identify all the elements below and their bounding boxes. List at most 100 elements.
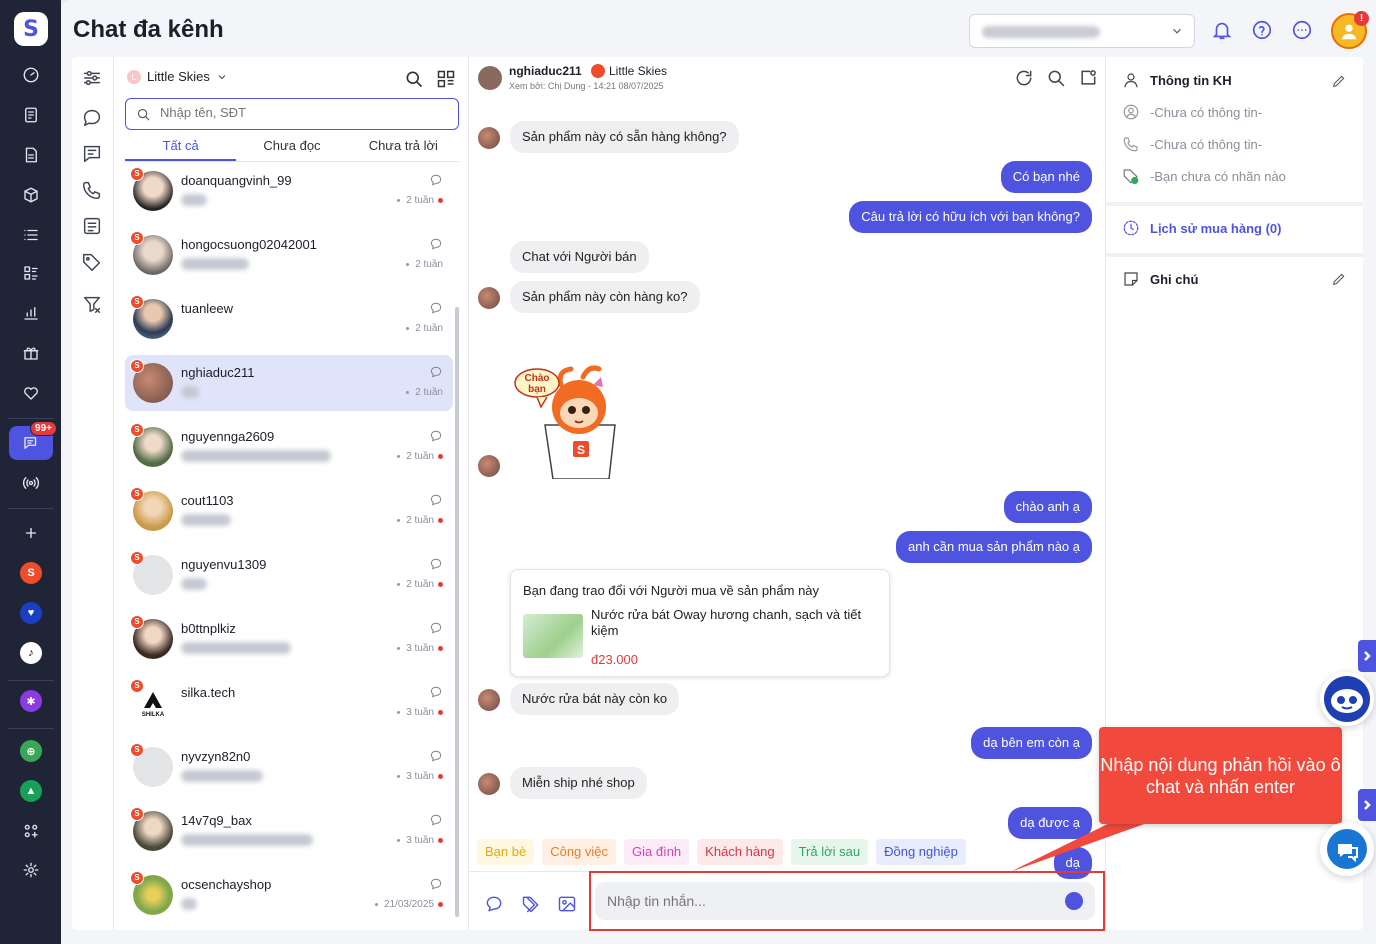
conversation-item[interactable]: S b0ttnplkiz 3 tuần	[125, 611, 453, 667]
unread-dot	[438, 518, 443, 523]
image-icon[interactable]	[557, 894, 579, 916]
conversation-item[interactable]: S tuanleew 2 tuần	[125, 291, 453, 347]
tags-filter-icon[interactable]	[81, 251, 105, 275]
chevron-down-icon	[1173, 28, 1181, 34]
purchase-history-label: Lịch sử mua hàng (0)	[1150, 220, 1282, 236]
bell-icon[interactable]	[1211, 19, 1233, 41]
expand-panel-button[interactable]	[1358, 640, 1376, 672]
conversation-item[interactable]: S nguyennga2609 2 tuần	[125, 419, 453, 475]
sticker-text-line2: bạn	[528, 384, 546, 395]
integration-app-icon[interactable]: ✱	[20, 690, 42, 712]
reports-icon[interactable]	[9, 296, 53, 330]
chat-bubble-icon	[430, 622, 442, 634]
more-icon[interactable]	[1291, 19, 1313, 41]
conversation-item[interactable]: S SHILKA silka.tech 3 tuần	[125, 675, 453, 731]
chat-icon[interactable]: 99+	[9, 421, 57, 460]
app-logo[interactable]: S	[14, 12, 48, 46]
svg-text:SHILKA: SHILKA	[142, 712, 165, 718]
label-chip[interactable]: Gia đình	[624, 839, 690, 865]
emoji-icon[interactable]	[1065, 892, 1083, 910]
clear-filter-icon[interactable]	[81, 293, 105, 317]
search-field[interactable]	[125, 98, 459, 130]
shop-selector[interactable]	[969, 14, 1195, 48]
conversation-item[interactable]: S nguyenvu1309 2 tuần	[125, 547, 453, 603]
customer-info-title: Thông tin KH	[1150, 72, 1232, 88]
tiktok-app-icon[interactable]: ♪	[20, 642, 42, 664]
support-chat-button[interactable]	[1320, 822, 1374, 876]
customer-tag-row[interactable]: -Bạn chưa có nhãn nào	[1122, 167, 1286, 185]
customer-name-value: -Chưa có thông tin-	[1150, 104, 1263, 120]
edit-icon[interactable]	[1331, 73, 1347, 89]
tab-all[interactable]: Tất cả	[125, 137, 237, 161]
label-chip[interactable]: Trả lời sau	[790, 839, 869, 865]
product-card[interactable]: Bạn đang trao đổi với Người mua về sản p…	[510, 569, 890, 677]
quick-reply-icon[interactable]	[484, 894, 506, 916]
conversation-time: 3 tuần	[406, 771, 434, 782]
list-icon[interactable]	[9, 218, 53, 252]
conversation-item[interactable]: S ocsenchayshop 21/03/2025	[125, 867, 453, 923]
search-icon[interactable]	[404, 69, 424, 89]
label-chip[interactable]: Đồng nghiệp	[876, 839, 966, 865]
conversation-name: 14v7q9_bax	[181, 813, 252, 828]
conversation-item[interactable]: S hongocsuong02042001 2 tuần	[125, 227, 453, 283]
conversation-item[interactable]: S doanquangvinh_99 2 tuần	[125, 163, 453, 219]
broadcast-icon[interactable]	[9, 466, 53, 500]
label-chip[interactable]: Khách hàng	[697, 839, 783, 865]
shop-switcher[interactable]: L Little Skies	[127, 69, 228, 84]
conversation-time-group: 2 tuần	[406, 323, 443, 334]
message-input-box[interactable]	[595, 882, 1095, 920]
tab-unanswered[interactable]: Chưa trả lời	[348, 137, 459, 161]
notes-filter-icon[interactable]	[81, 215, 105, 239]
dashboard-icon[interactable]	[9, 58, 53, 92]
apps-grid-icon[interactable]	[9, 814, 53, 848]
conversation-time: 3 tuần	[406, 643, 434, 654]
phone-icon[interactable]	[81, 179, 105, 203]
gift-icon[interactable]	[9, 336, 53, 370]
customer-avatar[interactable]	[478, 66, 502, 90]
refresh-icon[interactable]	[1014, 68, 1034, 88]
messages-filter-icon[interactable]	[81, 107, 105, 131]
settings-icon[interactable]	[9, 853, 53, 887]
expand-panel-button[interactable]	[1358, 789, 1376, 821]
unread-dot	[438, 582, 443, 587]
shopee-app-icon[interactable]: S	[20, 562, 42, 584]
conversation-item[interactable]: S 14v7q9_bax 3 tuần	[125, 803, 453, 859]
products-icon[interactable]	[9, 178, 53, 212]
user-avatar[interactable]: !	[1331, 11, 1369, 49]
conversation-name: nguyenvu1309	[181, 557, 267, 572]
conversation-time: 2 tuần	[406, 195, 434, 206]
conversation-item[interactable]: S cout1103 2 tuần	[125, 483, 453, 539]
heart-icon[interactable]	[9, 376, 53, 410]
conversation-item[interactable]: S nghiaduc211 2 tuần	[125, 355, 453, 411]
label-chip[interactable]: Công việc	[542, 839, 617, 865]
orders-icon[interactable]	[9, 98, 53, 132]
help-icon[interactable]	[1251, 19, 1273, 41]
tasks-icon[interactable]	[9, 256, 53, 290]
assistant-bot-button[interactable]	[1320, 672, 1374, 726]
list-scrollbar[interactable]	[455, 307, 459, 917]
purchase-history-link[interactable]: Lịch sử mua hàng (0)	[1122, 219, 1282, 237]
outgoing-message: Có bạn nhé	[1000, 161, 1092, 193]
chat-shop-group: Little Skies	[591, 64, 667, 78]
search-input[interactable]	[160, 105, 440, 120]
conversation-item[interactable]: S nyvzyn82n0 3 tuần	[125, 739, 453, 795]
conversation-time: 21/03/2025	[383, 899, 434, 910]
conversation-name: b0ttnplkiz	[181, 621, 236, 636]
store-app-icon[interactable]: ⊕	[20, 740, 42, 762]
shopee-icon: S	[130, 487, 144, 501]
message-preview	[181, 770, 263, 782]
documents-icon[interactable]	[9, 138, 53, 172]
tab-unread[interactable]: Chưa đọc	[236, 137, 347, 161]
edit-note-icon[interactable]	[1331, 271, 1347, 287]
filter-settings-icon[interactable]	[81, 67, 105, 91]
add-channel-icon[interactable]	[9, 516, 53, 550]
search-icon[interactable]	[1046, 68, 1066, 88]
lazada-app-icon[interactable]: ♥	[20, 602, 42, 624]
grid-view-icon[interactable]	[436, 69, 456, 89]
comments-filter-icon[interactable]	[81, 143, 105, 167]
tag-icon[interactable]	[521, 894, 543, 916]
open-window-icon[interactable]	[1078, 68, 1098, 88]
message-input[interactable]	[607, 893, 1047, 909]
label-chip[interactable]: Bạn bè	[477, 839, 535, 865]
analytics-app-icon[interactable]: ▲	[20, 780, 42, 802]
